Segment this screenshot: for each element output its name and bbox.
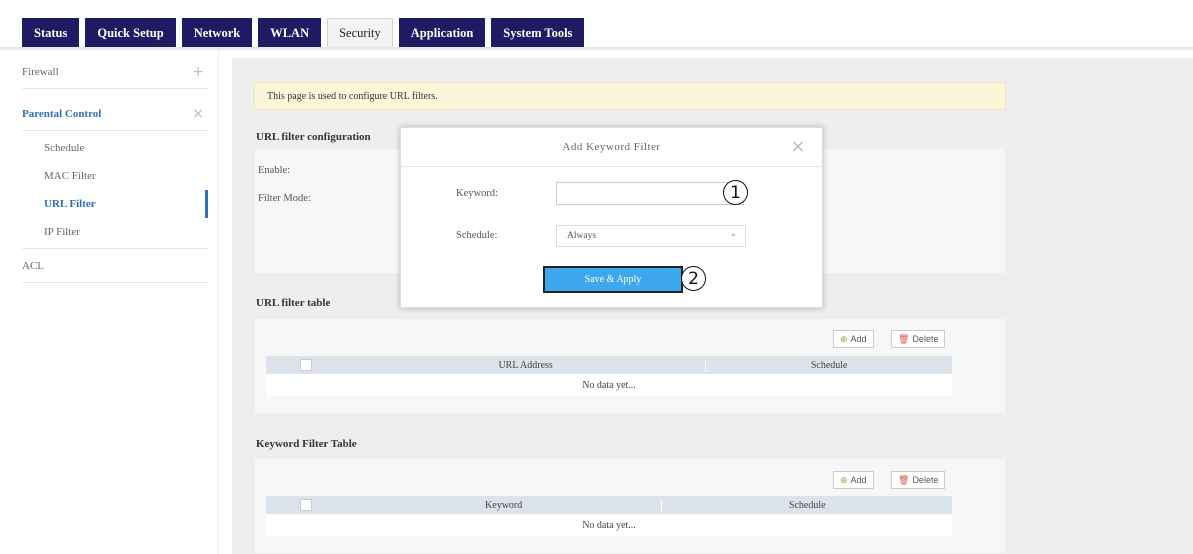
tab-system-tools[interactable]: System Tools	[491, 18, 585, 47]
tab-security[interactable]: Security	[327, 18, 393, 47]
keyword-label: Keyword:	[456, 188, 498, 199]
schedule-label: Schedule:	[456, 230, 498, 241]
keyword-table-title: Keyword Filter Table	[256, 438, 357, 450]
keyword-add-button[interactable]: ⊕ Add	[833, 471, 874, 489]
step-marker-2: 2	[681, 266, 706, 291]
table-header: Keyword Schedule	[266, 496, 952, 514]
table-header: URL Address Schedule	[266, 356, 952, 374]
sidebar-item-schedule[interactable]: Schedule	[22, 134, 208, 162]
trash-icon: 🗑	[898, 333, 910, 344]
schedule-selected-value: Always	[567, 231, 597, 241]
delete-label: Delete	[912, 475, 939, 485]
sidebar-item-firewall[interactable]: Firewall +	[22, 55, 208, 89]
config-section-title: URL filter configuration	[256, 131, 371, 143]
column-schedule: Schedule	[705, 359, 952, 371]
add-icon: ⊕	[840, 333, 848, 344]
column-keyword: Keyword	[485, 499, 523, 511]
keyword-delete-button[interactable]: 🗑 Delete	[891, 471, 946, 489]
schedule-select[interactable]: Always ⌄	[556, 225, 746, 247]
tab-network[interactable]: Network	[181, 18, 253, 47]
sidebar-item-label: Firewall	[22, 65, 59, 78]
select-all-checkbox[interactable]	[299, 499, 312, 511]
column-url-address: URL Address	[498, 359, 553, 371]
empty-row: No data yet...	[266, 514, 952, 536]
chevron-down-icon: ⌄	[729, 229, 737, 239]
add-label: Add	[850, 334, 867, 344]
url-filter-table: URL Address Schedule No data yet...	[266, 356, 952, 396]
tab-wlan[interactable]: WLAN	[258, 18, 322, 47]
enable-label: Enable:	[258, 165, 291, 176]
collapse-icon: ×	[192, 105, 204, 122]
empty-row: No data yet...	[266, 374, 952, 396]
delete-label: Delete	[912, 334, 939, 344]
add-label: Add	[850, 475, 867, 485]
expand-icon: +	[192, 63, 204, 80]
top-navigation: Status Quick Setup Network WLAN Security…	[0, 0, 1193, 50]
sidebar-item-acl[interactable]: ACL	[22, 248, 208, 283]
add-icon: ⊕	[840, 474, 848, 485]
sidebar-item-mac-filter[interactable]: MAC Filter	[22, 162, 208, 190]
sidebar-item-parental-control[interactable]: Parental Control ×	[22, 97, 208, 131]
main-tabs: Status Quick Setup Network WLAN Security…	[22, 18, 585, 48]
info-notice: This page is used to configure URL filte…	[254, 82, 1006, 110]
keyword-filter-table: Keyword Schedule No data yet...	[266, 496, 952, 536]
sidebar-item-url-filter[interactable]: URL Filter	[22, 190, 208, 218]
dialog-header: Add Keyword Filter ×	[401, 128, 822, 167]
tab-application[interactable]: Application	[398, 18, 486, 47]
sidebar-item-ip-filter[interactable]: IP Filter	[22, 218, 208, 246]
url-add-button[interactable]: ⊕ Add	[833, 330, 874, 348]
close-icon[interactable]: ×	[790, 136, 806, 157]
filter-mode-label: Filter Mode:	[258, 193, 311, 204]
save-apply-button[interactable]: Save & Apply	[543, 266, 683, 293]
trash-icon: 🗑	[898, 474, 910, 485]
dialog-title: Add Keyword Filter	[562, 141, 661, 153]
sidebar-item-label: Parental Control	[22, 107, 102, 120]
column-schedule: Schedule	[661, 499, 952, 511]
keyword-input[interactable]	[556, 182, 744, 205]
select-all-checkbox[interactable]	[299, 359, 312, 371]
sidebar: Firewall + Parental Control × Schedule M…	[0, 50, 219, 554]
tab-status[interactable]: Status	[22, 18, 80, 47]
tab-quick-setup[interactable]: Quick Setup	[85, 18, 176, 47]
add-keyword-filter-dialog: Add Keyword Filter × Keyword: 1 Schedule…	[400, 127, 823, 308]
url-delete-button[interactable]: 🗑 Delete	[891, 330, 946, 348]
step-marker-1: 1	[723, 180, 748, 205]
url-table-title: URL filter table	[256, 297, 331, 309]
sidebar-item-label: ACL	[22, 259, 44, 272]
